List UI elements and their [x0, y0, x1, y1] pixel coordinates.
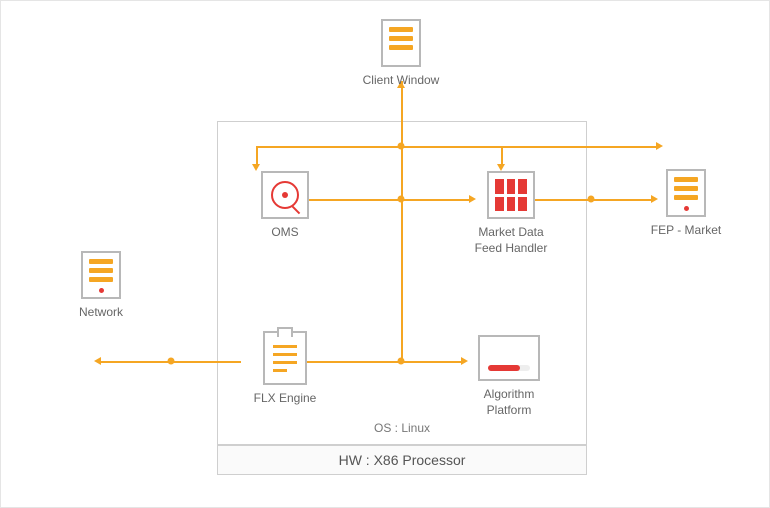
os-label: OS : Linux: [217, 421, 587, 435]
arrow-icon: [656, 142, 663, 150]
hw-label: HW : X86 Processor: [339, 452, 466, 468]
node-label: Network: [61, 305, 141, 321]
node-fep-market: FEP - Market: [641, 169, 731, 239]
connector: [256, 146, 258, 164]
server-icon: [81, 251, 121, 299]
junction-dot: [398, 358, 405, 365]
node-label: Algorithm Platform: [459, 387, 559, 418]
junction-dot: [168, 358, 175, 365]
junction-dot: [588, 196, 595, 203]
node-label: FLX Engine: [245, 391, 325, 407]
window-icon: [381, 19, 421, 67]
connector: [501, 146, 503, 164]
junction-dot: [398, 196, 405, 203]
arrow-icon: [252, 164, 260, 171]
arrow-icon: [497, 164, 505, 171]
progress-icon: [478, 335, 540, 381]
node-label: Client Window: [361, 73, 441, 89]
server-icon: [666, 169, 706, 217]
hw-container: HW : X86 Processor: [217, 445, 587, 475]
node-network: Network: [61, 251, 141, 321]
disc-icon: [261, 171, 309, 219]
node-label: OMS: [245, 225, 325, 241]
connector: [256, 146, 656, 148]
node-flx-engine: FLX Engine: [245, 331, 325, 407]
grid-icon: [487, 171, 535, 219]
node-client-window: Client Window: [361, 19, 441, 89]
node-label: Market Data Feed Handler: [461, 225, 561, 256]
connector: [401, 81, 403, 361]
node-oms: OMS: [245, 171, 325, 241]
node-label: FEP - Market: [641, 223, 731, 239]
arrow-icon: [94, 357, 101, 365]
junction-dot: [398, 143, 405, 150]
node-algorithm-platform: Algorithm Platform: [459, 335, 559, 418]
clipboard-icon: [263, 331, 307, 385]
node-market-data: Market Data Feed Handler: [461, 171, 561, 256]
